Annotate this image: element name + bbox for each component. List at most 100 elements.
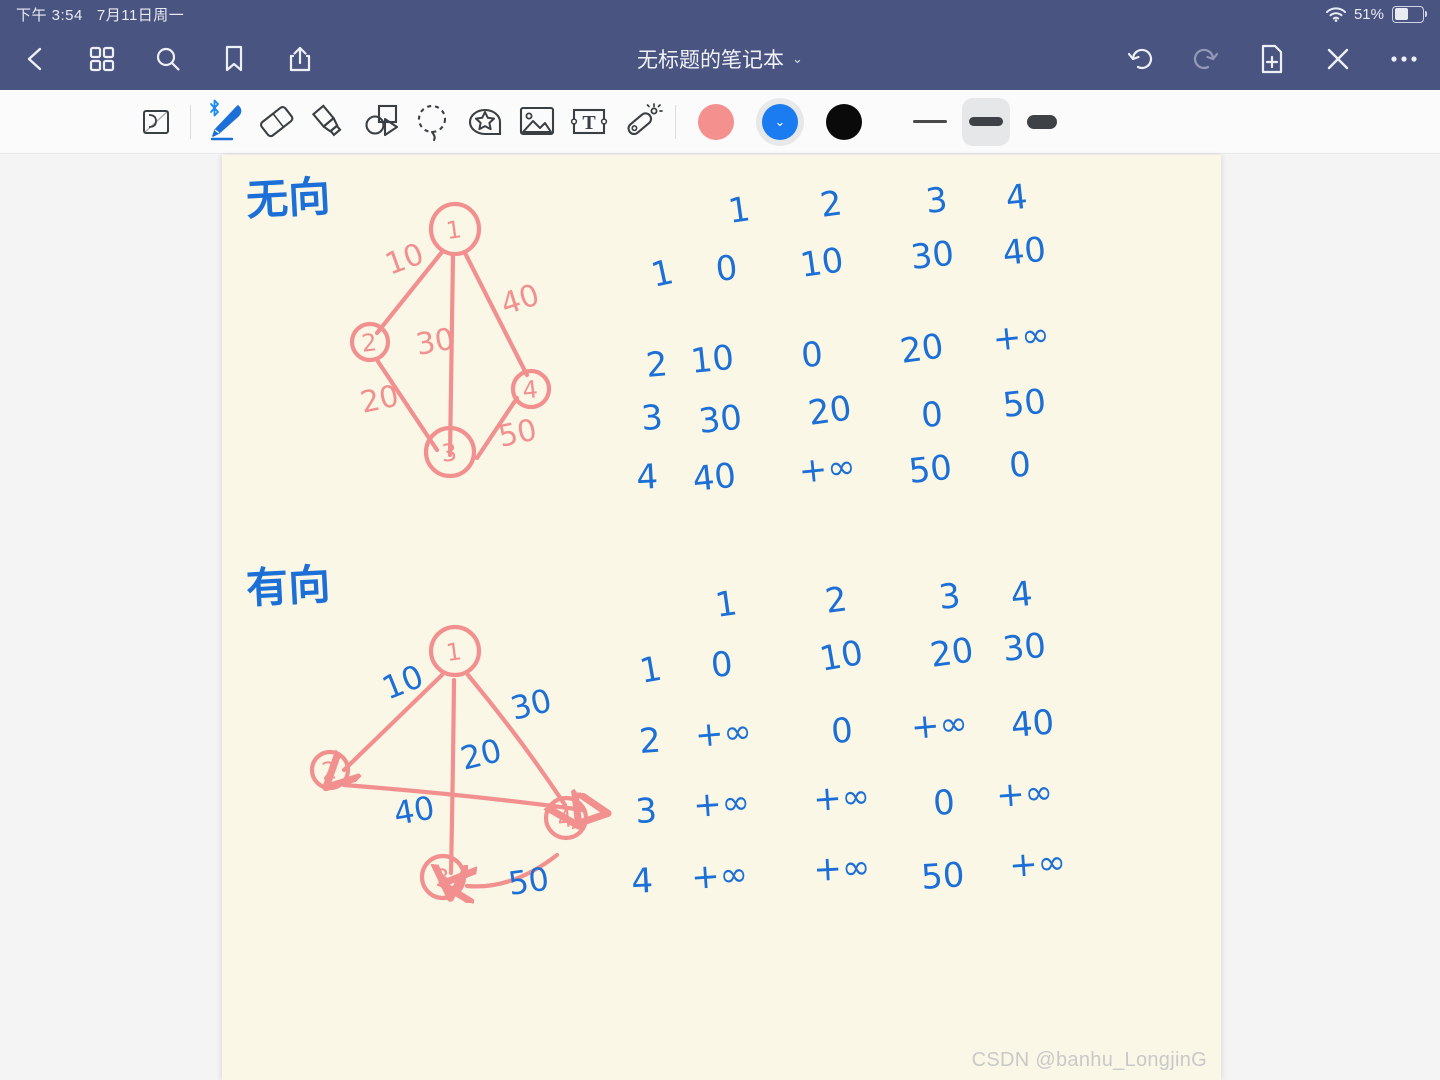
svg-text:+∞: +∞ bbox=[1008, 842, 1067, 886]
color-swatch-black[interactable] bbox=[826, 103, 862, 140]
svg-text:3: 3 bbox=[634, 791, 658, 832]
share-button[interactable] bbox=[280, 39, 320, 79]
svg-text:2: 2 bbox=[360, 328, 378, 357]
back-button[interactable] bbox=[16, 39, 56, 79]
image-icon[interactable] bbox=[511, 96, 563, 148]
eraser-tool[interactable] bbox=[251, 96, 303, 148]
magic-wand-icon[interactable] bbox=[615, 96, 667, 148]
matrix-undirected: 1 2 3 4 1 0 10 30 40 2 10 0 20 +∞ 3 30 2… bbox=[635, 177, 1051, 500]
toolbar-divider bbox=[190, 104, 191, 139]
svg-text:+∞: +∞ bbox=[812, 776, 871, 820]
color-swatch-blue[interactable]: ⌄ bbox=[762, 103, 798, 140]
svg-text:4: 4 bbox=[1004, 177, 1030, 219]
toolbar-divider-2 bbox=[675, 104, 676, 139]
pen-tool[interactable] bbox=[199, 96, 251, 148]
status-bar: 下午 3:54 7月11日周一 51% bbox=[0, 0, 1440, 28]
tool-bar: T ⌄ bbox=[0, 90, 1440, 154]
svg-text:40: 40 bbox=[1001, 230, 1048, 274]
svg-text:1: 1 bbox=[637, 649, 665, 692]
svg-text:+∞: +∞ bbox=[909, 703, 969, 748]
svg-text:T: T bbox=[582, 112, 596, 134]
page-title[interactable]: 无标题的笔记本 bbox=[637, 44, 784, 74]
color-swatch-salmon[interactable] bbox=[698, 103, 734, 140]
section-label-directed: 有向 bbox=[245, 560, 331, 613]
svg-text:10: 10 bbox=[817, 633, 867, 680]
canvas-workspace[interactable]: 无向 1 2 3 4 10 30 40 20 50 1 2 3 4 1 0 10… bbox=[0, 155, 1440, 1080]
edge-weight-2-3: 20 bbox=[357, 379, 402, 421]
edge-weight-1-4: 40 bbox=[497, 278, 544, 323]
digraph-weight-4-3: 50 bbox=[506, 860, 552, 903]
svg-text:30: 30 bbox=[697, 398, 744, 442]
digraph-weight-2-4: 40 bbox=[391, 788, 438, 832]
digraph-weight-1-2: 10 bbox=[377, 657, 429, 707]
more-button[interactable] bbox=[1384, 39, 1424, 79]
notes-app-window: 下午 3:54 7月11日周一 51% 无标题的笔记本 ⌄ T ⌄ 无向 1 2… bbox=[0, 0, 1440, 1080]
svg-text:4: 4 bbox=[556, 804, 574, 833]
svg-text:1: 1 bbox=[648, 252, 677, 296]
add-page-button[interactable] bbox=[1252, 39, 1292, 79]
svg-text:+∞: +∞ bbox=[692, 782, 751, 826]
lasso-dashed-circle-icon[interactable] bbox=[407, 96, 459, 148]
highlighter-tool[interactable] bbox=[303, 96, 355, 148]
status-date: 7月11日周一 bbox=[96, 6, 185, 24]
svg-text:4: 4 bbox=[521, 375, 539, 404]
watermark-text: CSDN @banhu_LongjinG bbox=[971, 1049, 1207, 1071]
svg-text:1: 1 bbox=[444, 215, 463, 245]
edge-weight-3-4: 50 bbox=[495, 413, 540, 455]
svg-text:10: 10 bbox=[798, 240, 846, 286]
svg-text:+∞: +∞ bbox=[693, 711, 753, 756]
svg-text:2: 2 bbox=[818, 183, 845, 226]
stroke-width-thin[interactable] bbox=[906, 98, 954, 146]
handwritten-ink-layer: 无向 1 2 3 4 10 30 40 20 50 1 2 3 4 1 0 10… bbox=[245, 172, 1067, 1080]
stroke-width-thick[interactable] bbox=[1018, 98, 1066, 146]
page-corner-icon[interactable] bbox=[130, 96, 182, 148]
text-box-icon[interactable]: T bbox=[563, 96, 615, 148]
note-page[interactable]: 无向 1 2 3 4 10 30 40 20 50 1 2 3 4 1 0 10… bbox=[222, 155, 1221, 1080]
svg-text:50: 50 bbox=[920, 855, 966, 898]
svg-text:1: 1 bbox=[726, 189, 753, 232]
wifi-icon bbox=[1325, 6, 1346, 22]
matrix-directed: 1 2 3 4 1 0 10 20 30 2 +∞ 0 +∞ 40 3 +∞ +… bbox=[630, 574, 1067, 902]
svg-text:0: 0 bbox=[714, 248, 740, 290]
svg-text:2: 2 bbox=[320, 756, 338, 785]
svg-text:2: 2 bbox=[823, 579, 850, 622]
svg-text:4: 4 bbox=[1009, 574, 1035, 616]
status-bar-right: 51% bbox=[1325, 5, 1427, 23]
svg-text:1: 1 bbox=[444, 637, 463, 667]
svg-text:20: 20 bbox=[898, 326, 946, 372]
navigation-bar: 无标题的笔记本 ⌄ bbox=[0, 28, 1440, 90]
grid-view-button[interactable] bbox=[82, 39, 122, 79]
svg-text:4: 4 bbox=[630, 861, 654, 902]
search-button[interactable] bbox=[148, 39, 188, 79]
stroke-width-medium[interactable] bbox=[962, 97, 1010, 146]
svg-text:+∞: +∞ bbox=[690, 854, 749, 898]
close-button[interactable] bbox=[1318, 39, 1358, 79]
nav-right-group bbox=[1120, 39, 1424, 79]
bookmark-button[interactable] bbox=[214, 39, 254, 79]
star-sticker-icon[interactable] bbox=[459, 96, 511, 148]
svg-text:2: 2 bbox=[644, 344, 669, 386]
svg-text:20: 20 bbox=[806, 388, 854, 434]
svg-text:3: 3 bbox=[440, 438, 458, 467]
svg-text:+∞: +∞ bbox=[797, 446, 858, 492]
battery-percent: 51% bbox=[1353, 5, 1384, 23]
svg-text:0: 0 bbox=[920, 395, 944, 436]
digraph-weight-1-3: 20 bbox=[457, 731, 506, 778]
battery-icon bbox=[1392, 5, 1427, 23]
svg-text:3: 3 bbox=[924, 180, 950, 222]
svg-text:+∞: +∞ bbox=[991, 314, 1052, 360]
svg-text:10: 10 bbox=[689, 338, 736, 382]
chevron-down-icon[interactable]: ⌄ bbox=[792, 51, 803, 67]
status-bar-left: 下午 3:54 7月11日周一 bbox=[16, 4, 184, 25]
redo-button[interactable] bbox=[1186, 39, 1226, 79]
digraph-weight-1-4: 30 bbox=[507, 681, 556, 728]
shapes-tool[interactable] bbox=[355, 96, 407, 148]
undo-button[interactable] bbox=[1120, 39, 1160, 79]
status-time: 下午 3:54 bbox=[16, 6, 83, 24]
svg-text:0: 0 bbox=[800, 335, 824, 376]
svg-text:30: 30 bbox=[1001, 626, 1048, 670]
svg-text:0: 0 bbox=[830, 711, 854, 752]
svg-text:40: 40 bbox=[1009, 702, 1056, 746]
nav-left-group bbox=[16, 39, 320, 79]
svg-text:3: 3 bbox=[937, 576, 963, 618]
